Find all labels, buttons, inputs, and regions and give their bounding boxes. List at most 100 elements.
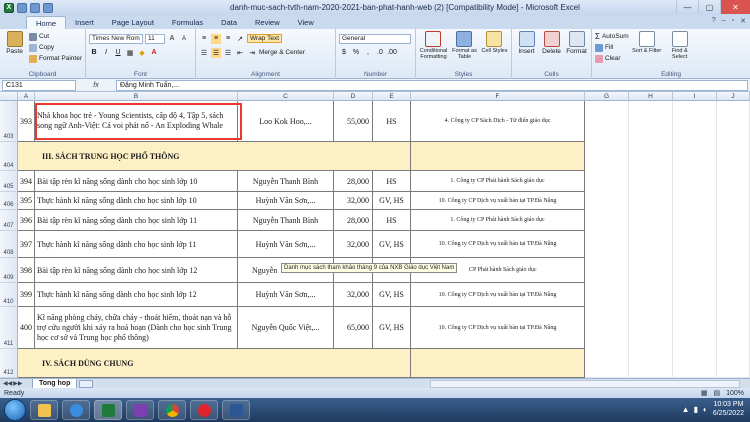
table-cell[interactable]: 32,000: [334, 192, 373, 210]
decrease-indent-icon[interactable]: ⇤: [235, 48, 245, 58]
row-header[interactable]: 407: [0, 210, 18, 231]
insert-cells-button[interactable]: Insert: [515, 31, 538, 55]
table-cell[interactable]: Huỳnh Văn Sơn,...: [238, 231, 334, 258]
italic-button[interactable]: I: [101, 48, 111, 58]
row-header[interactable]: 411: [0, 307, 18, 349]
sheet-tab-tong-hop[interactable]: Tong hop: [32, 378, 78, 389]
tray-arrow-icon[interactable]: ▲: [682, 405, 690, 414]
table-cell[interactable]: [411, 349, 585, 378]
taskbar-media-player[interactable]: [62, 400, 90, 420]
tab-insert[interactable]: Insert: [66, 16, 103, 29]
ribbon-minimize-icon[interactable]: –: [722, 17, 726, 25]
sheet-nav-arrows[interactable]: ◀◀ ▶▶: [0, 380, 32, 387]
percent-button[interactable]: %: [351, 48, 361, 58]
select-all-corner[interactable]: [0, 92, 18, 101]
maximize-button[interactable]: ▢: [698, 0, 720, 14]
zoom-level[interactable]: 100%: [726, 390, 744, 397]
taskbar-explorer[interactable]: [30, 400, 58, 420]
taskbar-onenote[interactable]: [126, 400, 154, 420]
first-sheet-icon[interactable]: ◀◀: [3, 380, 12, 387]
table-cell[interactable]: Thực hành kĩ năng sống dành cho học sinh…: [35, 192, 238, 210]
column-header-c[interactable]: C: [238, 92, 334, 101]
table-cell[interactable]: 1. Công ty CP Phát hành Sách giáo dục: [411, 210, 585, 231]
paste-button[interactable]: Paste: [3, 31, 26, 64]
next-sheet-icon[interactable]: ▶▶: [13, 380, 22, 387]
volume-icon[interactable]: ◖: [702, 405, 707, 414]
taskbar-word[interactable]: [222, 400, 250, 420]
currency-button[interactable]: $: [339, 48, 349, 58]
align-center-icon[interactable]: ☰: [211, 47, 221, 58]
empty-column-j[interactable]: [717, 101, 750, 378]
font-color-icon[interactable]: A: [149, 48, 159, 58]
table-cell[interactable]: 32,000: [334, 231, 373, 258]
section-heading[interactable]: IV. SÁCH DÙNG CHUNG: [18, 349, 411, 378]
section-heading[interactable]: III. SÁCH TRUNG HỌC PHỔ THÔNG: [18, 142, 411, 171]
comma-button[interactable]: ,: [363, 48, 373, 58]
column-header-j[interactable]: J: [717, 92, 750, 101]
table-cell[interactable]: Bài tập rèn kĩ năng sống dành cho học si…: [35, 171, 238, 192]
format-painter-button[interactable]: Format Painter: [29, 53, 82, 64]
table-cell[interactable]: Bài tập rèn kĩ năng sống dành cho học si…: [35, 210, 238, 231]
table-cell[interactable]: Huỳnh Văn Sơn,...: [238, 283, 334, 307]
table-cell[interactable]: 397: [18, 231, 35, 258]
table-cell[interactable]: 10. Công ty CP Dịch vụ xuất bản tại TP.Đ…: [411, 307, 585, 349]
table-cell[interactable]: Bài tập rèn kĩ năng sống dành cho học si…: [35, 258, 238, 283]
row-header[interactable]: 403: [0, 101, 18, 142]
column-header-g[interactable]: G: [585, 92, 629, 101]
table-cell[interactable]: GV, HS: [373, 307, 411, 349]
bold-button[interactable]: B: [89, 48, 99, 58]
column-header-d[interactable]: D: [334, 92, 373, 101]
taskbar-opera[interactable]: [190, 400, 218, 420]
empty-column-i[interactable]: [673, 101, 717, 378]
ribbon-restore-icon[interactable]: ▫: [732, 17, 734, 25]
name-box[interactable]: C131: [2, 79, 76, 91]
tab-formulas[interactable]: Formulas: [163, 16, 212, 29]
merge-center-button[interactable]: Merge & Center: [259, 49, 305, 56]
decrease-decimal-icon[interactable]: .00: [387, 48, 397, 58]
clear-button[interactable]: Clear: [595, 53, 629, 64]
table-cell[interactable]: 28,000: [334, 171, 373, 192]
table-cell[interactable]: Loo Kok Hoo,...: [238, 101, 334, 142]
table-cell[interactable]: GV, HS: [373, 192, 411, 210]
shrink-font-icon[interactable]: A: [179, 34, 189, 44]
table-cell[interactable]: Nguyễn Thanh Bình: [238, 171, 334, 192]
table-cell[interactable]: Kĩ năng phòng cháy, chữa cháy - thoát hi…: [35, 307, 238, 349]
fill-color-icon[interactable]: ◆: [137, 48, 147, 58]
table-cell[interactable]: HS: [373, 210, 411, 231]
fill-button[interactable]: Fill: [595, 42, 629, 53]
autosum-button[interactable]: Σ AutoSum: [595, 31, 629, 42]
table-cell[interactable]: 395: [18, 192, 35, 210]
number-format-select[interactable]: General: [339, 33, 411, 44]
table-cell[interactable]: 10. Công ty CP Dịch vụ xuất bản tại TP.Đ…: [411, 192, 585, 210]
align-right-icon[interactable]: ☰: [223, 48, 233, 58]
delete-cells-button[interactable]: Delete: [540, 31, 563, 55]
horizontal-scrollbar[interactable]: [430, 380, 740, 388]
help-icon[interactable]: ?: [712, 17, 716, 25]
table-cell[interactable]: 394: [18, 171, 35, 192]
table-cell[interactable]: Thực hành kĩ năng sống dành cho học sinh…: [35, 231, 238, 258]
empty-column-h[interactable]: [629, 101, 673, 378]
tab-home[interactable]: Home: [26, 16, 67, 29]
formula-input[interactable]: Đặng Minh Tuấn,...: [116, 79, 748, 91]
increase-indent-icon[interactable]: ⇥: [247, 48, 257, 58]
normal-view-icon[interactable]: ▦: [701, 389, 708, 397]
close-button[interactable]: ✕: [720, 0, 750, 14]
orientation-icon[interactable]: ↗: [235, 34, 245, 44]
column-header-e[interactable]: E: [373, 92, 411, 101]
start-button[interactable]: [4, 399, 26, 421]
page-layout-view-icon[interactable]: ▤: [713, 389, 720, 397]
cell-styles-button[interactable]: Cell Styles: [481, 31, 508, 60]
table-cell[interactable]: 10. Công ty CP Dịch vụ xuất bản tại TP.Đ…: [411, 231, 585, 258]
column-header-a[interactable]: A: [18, 92, 35, 101]
table-cell[interactable]: 28,000: [334, 210, 373, 231]
excel-logo-icon[interactable]: X: [4, 2, 14, 13]
underline-button[interactable]: U: [113, 48, 123, 58]
format-as-table-button[interactable]: Format as Table: [450, 31, 479, 60]
table-cell[interactable]: 1. Công ty CP Phát hành Sách giáo dục: [411, 171, 585, 192]
table-cell[interactable]: GV, HS: [373, 231, 411, 258]
tab-review[interactable]: Review: [246, 16, 289, 29]
table-cell[interactable]: [411, 142, 585, 171]
insert-sheet-button[interactable]: [79, 379, 94, 388]
row-header[interactable]: 406: [0, 192, 18, 210]
increase-decimal-icon[interactable]: .0: [375, 48, 385, 58]
